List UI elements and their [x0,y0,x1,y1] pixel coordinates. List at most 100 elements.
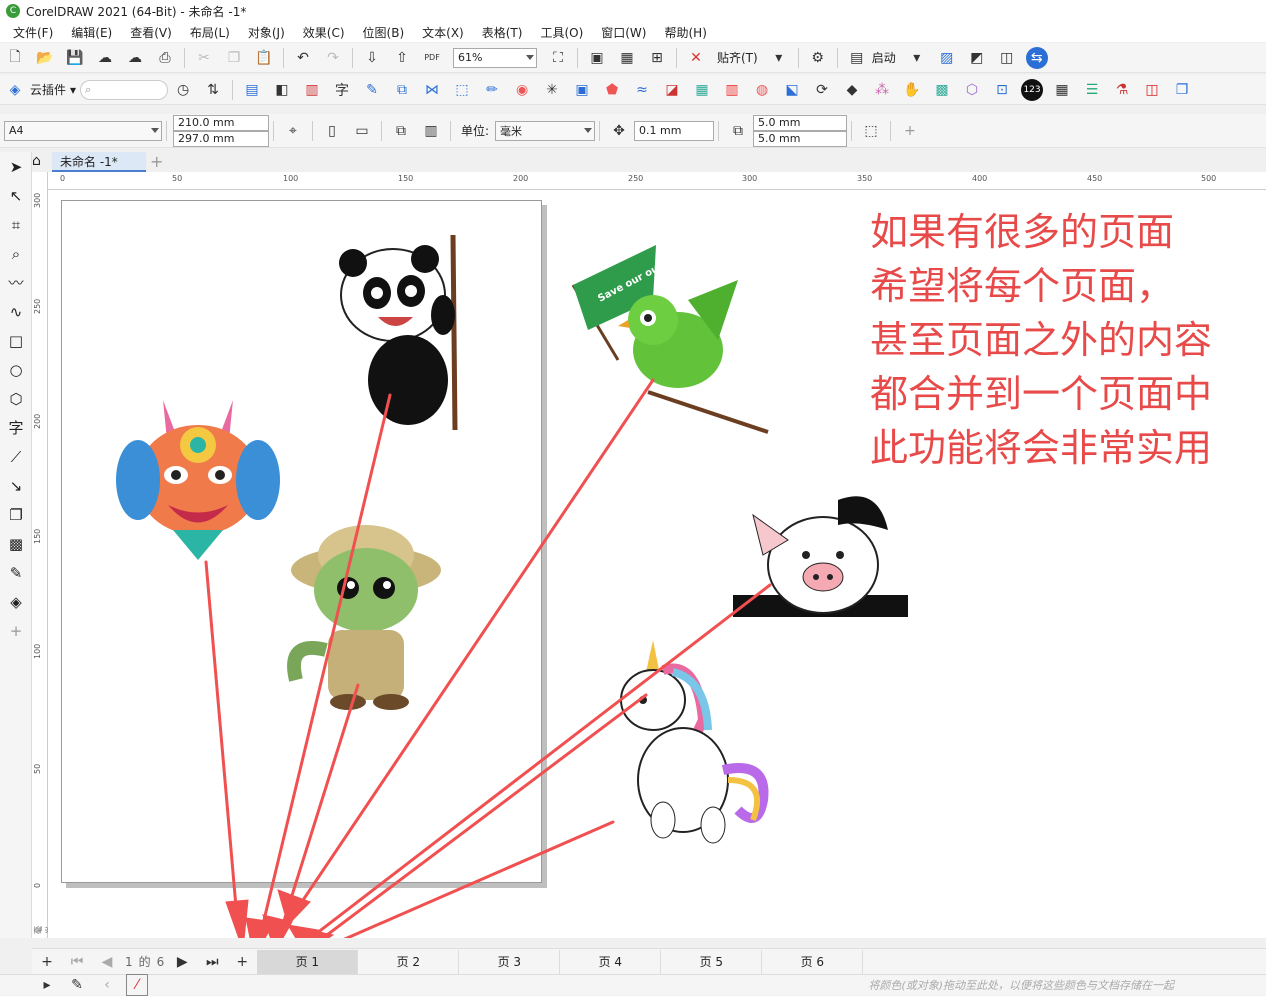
drop-shadow-tool-icon[interactable]: ❐ [0,500,32,529]
open-folder-icon[interactable]: 📂 [34,47,56,69]
fill-plugin-icon[interactable]: ◆ [841,79,863,101]
layers-plugin-icon[interactable]: ☰ [1081,79,1103,101]
clock-icon[interactable]: ◷ [172,79,194,101]
print-icon[interactable]: ⎙ [154,47,176,69]
zoom-level-select[interactable]: 61% [453,47,537,68]
palette-plugin-icon[interactable]: ▥ [721,79,743,101]
frame-plugin-icon[interactable]: ⬕ [781,79,803,101]
tab-page-5[interactable]: 页 5 [661,949,763,974]
grid-plugin-icon[interactable]: ▦ [691,79,713,101]
bottle-plugin-icon[interactable]: ⚗ [1111,79,1133,101]
copy-icon[interactable]: ❐ [223,47,245,69]
layout-plugin-icon[interactable]: ◫ [996,47,1018,69]
nudge-distance-input[interactable]: 0.1 mm [634,120,715,141]
transparency-tool-icon[interactable]: ▩ [0,529,32,558]
all-pages-icon[interactable]: ⧉ [390,120,412,142]
dragon-illustration[interactable] [116,400,280,560]
menu-tools[interactable]: 工具(O) [531,24,592,41]
previous-page-icon[interactable]: ◀ [96,951,118,973]
add-page-before-icon[interactable]: + [36,951,58,973]
cube-plugin-icon[interactable]: ⬡ [961,79,983,101]
cloud-upload-icon[interactable]: ☁ [94,47,116,69]
cloud-download-icon[interactable]: ☁ [124,47,146,69]
mirror-plugin-icon[interactable]: ◫ [1141,79,1163,101]
eyedropper-plugin-icon[interactable]: ✎ [361,79,383,101]
ellipse-tool-icon[interactable]: ○ [0,355,32,384]
paste-icon[interactable]: 📋 [253,47,275,69]
connector-tool-icon[interactable]: ↘ [0,471,32,500]
page-width-input[interactable]: 210.0 mm [173,114,269,131]
duplicate-x-input[interactable]: 5.0 mm [753,114,848,131]
folder-plugin-icon[interactable]: ⊡ [991,79,1013,101]
pick-tool-icon[interactable]: ➤ [0,152,32,181]
image-frame-plugin-icon[interactable]: ▩ [931,79,953,101]
page-plugin-icon[interactable]: ▤ [241,79,263,101]
green-bird-illustration[interactable]: Save our our planet [571,242,769,434]
show-guides-icon[interactable]: ⊞ [646,47,668,69]
stack-plugin-icon[interactable]: ◪ [661,79,683,101]
shape-tool-icon[interactable]: ↖ [0,181,32,210]
landscape-icon[interactable]: ▭ [351,120,373,142]
duplicate-y-input[interactable]: 5.0 mm [753,130,848,147]
tab-page-3[interactable]: 页 3 [459,949,561,974]
add-page-after-icon[interactable]: + [231,951,253,973]
pen-plugin-icon[interactable]: ✏ [481,79,503,101]
no-color-swatch-icon[interactable]: ⁄ [126,974,148,996]
snap-off-icon[interactable]: ✕ [685,47,707,69]
qr-plugin-icon[interactable]: ◩ [966,47,988,69]
new-tab-icon[interactable]: + [150,152,163,171]
node-plugin-icon[interactable]: ⋈ [421,79,443,101]
polygon-tool-icon[interactable]: ⬡ [0,384,32,413]
tab-page-6[interactable]: 页 6 [762,949,864,974]
eyedropper-icon[interactable]: ✎ [66,974,88,996]
chevron-down-icon[interactable]: ▾ [768,47,790,69]
number-plugin-icon[interactable]: 123 [1021,78,1044,101]
full-screen-preview-icon[interactable]: ▣ [586,47,608,69]
text-tool-plugin-icon[interactable]: 字 [331,79,353,101]
export-icon[interactable]: ⇧ [391,47,413,69]
last-page-icon[interactable]: ⏭ [201,951,223,973]
tab-page-1[interactable]: 页 1 [257,949,359,974]
add-tool-icon[interactable]: + [0,616,32,645]
image-plugin-icon[interactable]: ▨ [936,47,958,69]
cut-icon[interactable]: ✂ [193,47,215,69]
sparkle-plugin-icon[interactable]: ✳ [541,79,563,101]
show-grid-icon[interactable]: ▦ [616,47,638,69]
palette-menu-icon[interactable]: ▸ [36,974,58,996]
page-size-select[interactable]: A4 [4,120,162,141]
fish-plugin-icon[interactable]: ≈ [631,79,653,101]
menu-layout[interactable]: 布局(L) [181,24,239,41]
text-tool-icon[interactable]: 字 [0,413,32,442]
dots-plugin-icon[interactable]: ⁂ [871,79,893,101]
interactive-fill-tool-icon[interactable]: ◈ [0,587,32,616]
eyedropper-tool-icon[interactable]: ✎ [0,558,32,587]
page-height-input[interactable]: 297.0 mm [173,130,269,147]
zoom-fit-icon[interactable]: ⛶ [547,47,569,69]
crop-tool-icon[interactable]: ⌗ [0,210,32,239]
launch-icon[interactable]: ▤ [846,47,868,69]
plugin-search-input[interactable]: ⌕ [80,79,169,100]
menu-help[interactable]: 帮助(H) [655,24,715,41]
rectangle-tool-icon[interactable]: □ [0,326,32,355]
launch-label[interactable]: 启动 [872,49,896,66]
page-orientation-icon[interactable]: ⌖ [282,120,304,142]
sort-icon[interactable]: ⇅ [202,79,224,101]
rotate-plugin-icon[interactable]: ⟳ [811,79,833,101]
menu-view[interactable]: 查看(V) [121,24,181,41]
menu-effects[interactable]: 效果(C) [294,24,354,41]
cloud-plugin-label[interactable]: 云插件 [30,81,66,98]
home-icon[interactable]: ⌂ [32,153,50,171]
treat-as-filled-icon[interactable]: ⬚ [860,120,882,142]
pdf-icon[interactable]: PDF [421,47,443,69]
crop-plugin-icon[interactable]: ⬚ [451,79,473,101]
current-page-icon[interactable]: ▥ [420,120,442,142]
save-icon[interactable]: 💾 [64,47,86,69]
translate-plugin-icon[interactable]: ⇆ [1025,46,1048,69]
panda-illustration[interactable] [339,234,458,431]
menu-object[interactable]: 对象(J) [239,24,294,41]
redo-icon[interactable]: ↷ [322,47,344,69]
import-icon[interactable]: ⇩ [361,47,383,69]
badge-plugin-icon[interactable]: ⬟ [601,79,623,101]
tab-page-2[interactable]: 页 2 [358,949,460,974]
menu-file[interactable]: 文件(F) [4,24,62,41]
